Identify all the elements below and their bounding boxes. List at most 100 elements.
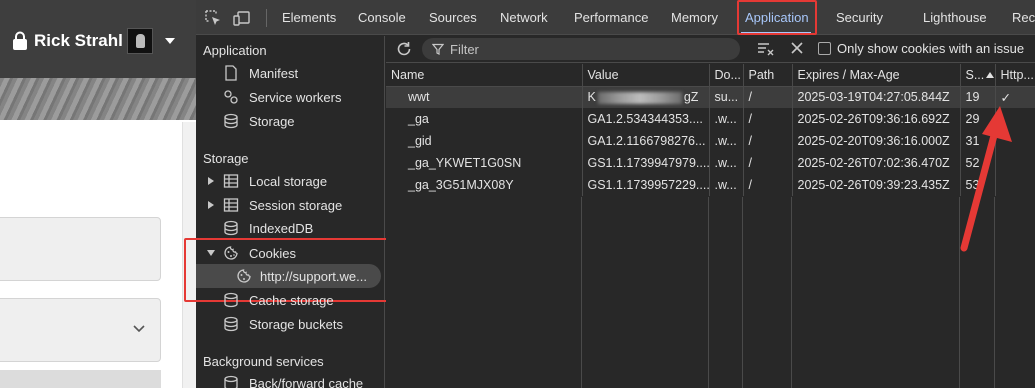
caret-down-icon[interactable] bbox=[164, 38, 175, 44]
sidebar-item-storage[interactable]: Storage bbox=[223, 110, 295, 132]
column-header-path[interactable]: Path bbox=[743, 64, 793, 87]
tab-console[interactable]: Console bbox=[358, 0, 406, 35]
cookie-path: / bbox=[743, 86, 793, 108]
sort-ascending-icon bbox=[986, 71, 994, 78]
column-header-size[interactable]: S... bbox=[960, 64, 996, 87]
table-header-row: Name Value Do... Path Expires / Max-Age … bbox=[386, 64, 1035, 87]
cookie-name: _ga bbox=[386, 108, 583, 130]
cookie-path: / bbox=[743, 130, 793, 152]
table-row[interactable]: _gid GA1.2.1166798276... .w... / 2025-02… bbox=[386, 130, 1035, 152]
tab-network[interactable]: Network bbox=[500, 0, 548, 35]
cookie-expires: 2025-02-20T09:36:16.000Z bbox=[792, 130, 961, 152]
column-header-name[interactable]: Name bbox=[386, 64, 583, 87]
database-icon bbox=[224, 375, 238, 388]
tab-recorder[interactable]: Reco bbox=[1012, 0, 1035, 35]
cookie-domain: su... bbox=[709, 86, 744, 108]
sidebar-item-manifest[interactable]: Manifest bbox=[223, 62, 298, 84]
section-title-background-services: Background services bbox=[203, 354, 324, 369]
user-menu[interactable]: Rick Strahl bbox=[12, 28, 175, 54]
cookie-value-suffix: gZ bbox=[683, 90, 699, 105]
cookie-path: / bbox=[743, 174, 793, 196]
cookie-domain: .w... bbox=[709, 152, 744, 174]
sidebar-item-session-storage[interactable]: Session storage bbox=[223, 194, 342, 216]
cookie-domain: .w... bbox=[709, 108, 744, 130]
sidebar-item-label: Back/forward cache bbox=[249, 375, 364, 388]
database-icon bbox=[224, 316, 238, 332]
close-icon[interactable] bbox=[790, 41, 804, 55]
cookie-path: / bbox=[743, 152, 793, 174]
sidebar-item-label: Manifest bbox=[249, 65, 299, 81]
sidebar-item-storage-buckets[interactable]: Storage buckets bbox=[223, 313, 343, 335]
cookie-value: KgZ bbox=[582, 86, 710, 108]
table-icon bbox=[223, 174, 239, 188]
sidebar-item-label: Service workers bbox=[249, 89, 342, 105]
cookie-expires: 2025-02-26T09:39:23.435Z bbox=[792, 174, 961, 196]
section-title-storage: Storage bbox=[203, 151, 249, 166]
table-row[interactable]: wwt KgZ su... / 2025-03-19T04:27:05.844Z… bbox=[386, 86, 1035, 108]
table-icon bbox=[223, 198, 239, 212]
tab-elements[interactable]: Elements bbox=[282, 0, 336, 35]
sidebar-item-label: Cache storage bbox=[249, 292, 334, 308]
cookie-path: / bbox=[743, 108, 793, 130]
cookies-toolbar: Filter Only show cookies with an issue bbox=[386, 36, 1035, 63]
cookie-value-prefix: K bbox=[587, 90, 596, 105]
column-header-expires[interactable]: Expires / Max-Age bbox=[792, 64, 961, 87]
sidebar-item-back-forward-cache[interactable]: Back/forward cache bbox=[223, 372, 363, 388]
column-header-value[interactable]: Value bbox=[582, 64, 710, 87]
inspect-element-icon[interactable] bbox=[204, 9, 222, 27]
database-icon bbox=[224, 220, 238, 236]
database-icon bbox=[224, 292, 238, 308]
application-sidebar: Application Manifest Service workers Sto… bbox=[184, 36, 388, 388]
refresh-icon[interactable] bbox=[395, 40, 413, 58]
cookie-value: GS1.1.1739957229.... bbox=[582, 174, 710, 196]
cookie-value: GA1.2.1166798276... bbox=[582, 130, 710, 152]
sidebar-item-label: Session storage bbox=[249, 197, 343, 213]
sidebar-item-service-workers[interactable]: Service workers bbox=[223, 86, 341, 108]
sidebar-item-indexeddb[interactable]: IndexedDB bbox=[223, 217, 313, 239]
sidebar-item-local-storage[interactable]: Local storage bbox=[223, 170, 327, 192]
cookie-domain: .w... bbox=[709, 130, 744, 152]
document-icon bbox=[225, 65, 237, 81]
user-name: Rick Strahl bbox=[34, 31, 123, 50]
section-title-application: Application bbox=[203, 43, 267, 58]
toolbar-divider bbox=[266, 9, 267, 27]
expand-arrow-icon[interactable] bbox=[208, 177, 214, 185]
sidebar-item-label: Local storage bbox=[249, 173, 328, 189]
sidebar-item-cache-storage[interactable]: Cache storage bbox=[223, 289, 334, 311]
clear-filtered-icon[interactable] bbox=[757, 41, 775, 57]
cookie-name: _ga_3G51MJX08Y bbox=[386, 174, 583, 196]
table-row[interactable]: _ga_YKWET1G0SN GS1.1.1739947979.... .w..… bbox=[386, 152, 1035, 174]
tab-lighthouse[interactable]: Lighthouse bbox=[923, 0, 987, 35]
cookie-value: GS1.1.1739947979.... bbox=[582, 152, 710, 174]
tab-performance[interactable]: Performance bbox=[574, 0, 648, 35]
column-header-domain[interactable]: Do... bbox=[709, 64, 744, 87]
database-icon bbox=[224, 113, 238, 129]
column-header-httponly[interactable]: Http... bbox=[995, 64, 1035, 87]
site-header: Rick Strahl bbox=[0, 0, 196, 78]
column-header-size-label: S... bbox=[965, 67, 985, 82]
content-card[interactable] bbox=[0, 217, 161, 281]
avatar[interactable] bbox=[126, 28, 153, 54]
only-issue-checkbox[interactable] bbox=[818, 42, 831, 55]
table-row[interactable]: _ga_3G51MJX08Y GS1.1.1739957229.... .w..… bbox=[386, 174, 1035, 196]
tab-memory[interactable]: Memory bbox=[671, 0, 718, 35]
cookie-value: GA1.2.534344353.... bbox=[582, 108, 710, 130]
column-divider bbox=[742, 197, 743, 388]
cookie-name: _gid bbox=[386, 130, 583, 152]
device-toolbar-icon[interactable] bbox=[233, 9, 251, 27]
table-row[interactable]: _ga GA1.2.534344353.... .w... / 2025-02-… bbox=[386, 108, 1035, 130]
column-divider bbox=[791, 197, 792, 388]
cookie-name: _ga_YKWET1G0SN bbox=[386, 152, 583, 174]
gears-icon bbox=[224, 90, 238, 104]
chevron-down-icon[interactable] bbox=[132, 322, 146, 336]
filter-input[interactable]: Filter bbox=[422, 38, 740, 60]
tab-security[interactable]: Security bbox=[836, 0, 883, 35]
expand-arrow-icon[interactable] bbox=[208, 201, 214, 209]
redacted-value bbox=[597, 91, 682, 104]
annotation-arrow bbox=[960, 106, 1012, 252]
content-card[interactable] bbox=[0, 370, 161, 388]
sidebar-item-label: IndexedDB bbox=[249, 220, 314, 236]
tab-sources[interactable]: Sources bbox=[429, 0, 477, 35]
cookie-name: wwt bbox=[386, 86, 583, 108]
cookie-expires: 2025-03-19T04:27:05.844Z bbox=[792, 86, 961, 108]
